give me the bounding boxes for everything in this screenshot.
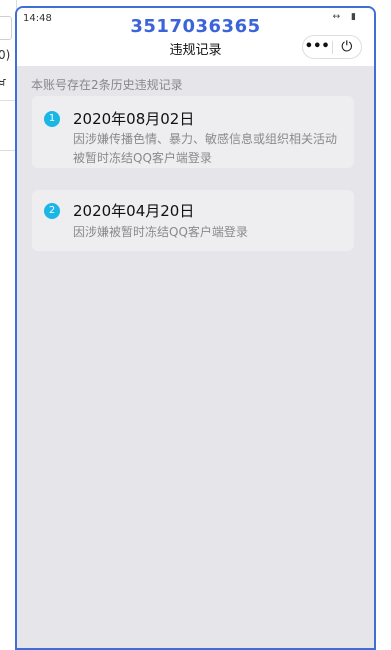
record-description: 因涉嫌被暂时冻结QQ客户端登录 xyxy=(73,225,248,239)
background-input[interactable] xyxy=(0,16,12,40)
record-description: 因涉嫌传播色情、暴力、敏感信息或组织相关活动被暂时冻结QQ客户端登录 xyxy=(73,132,338,165)
background-text: 0) xyxy=(0,48,11,62)
background-text: ਖ xyxy=(0,75,6,90)
record-card[interactable]: 2 2020年04月20日 因涉嫌被暂时冻结QQ客户端登录 xyxy=(32,190,354,251)
divider xyxy=(0,100,16,101)
record-card[interactable]: 1 2020年08月02日 因涉嫌传播色情、暴力、敏感信息或组织相关活动被暂时冻… xyxy=(32,96,354,168)
more-icon[interactable]: ••• xyxy=(303,36,332,58)
close-icon[interactable]: ⏻ xyxy=(333,36,362,58)
navigation-bar: 14:48 ↔ ▮ 3517036365 违规记录 ••• ⏻ xyxy=(17,8,374,66)
mini-program-window: 14:48 ↔ ▮ 3517036365 违规记录 ••• ⏻ 本账号存在2条历… xyxy=(15,6,376,650)
capsule-menu: ••• ⏻ xyxy=(302,35,362,59)
record-date: 2020年04月20日 xyxy=(73,202,195,220)
record-summary: 本账号存在2条历史违规记录 xyxy=(31,78,183,92)
record-index-badge: 2 xyxy=(44,203,60,219)
app-title: 3517036365 xyxy=(130,16,261,37)
record-index-badge: 1 xyxy=(44,111,60,127)
record-date: 2020年08月02日 xyxy=(73,110,195,128)
